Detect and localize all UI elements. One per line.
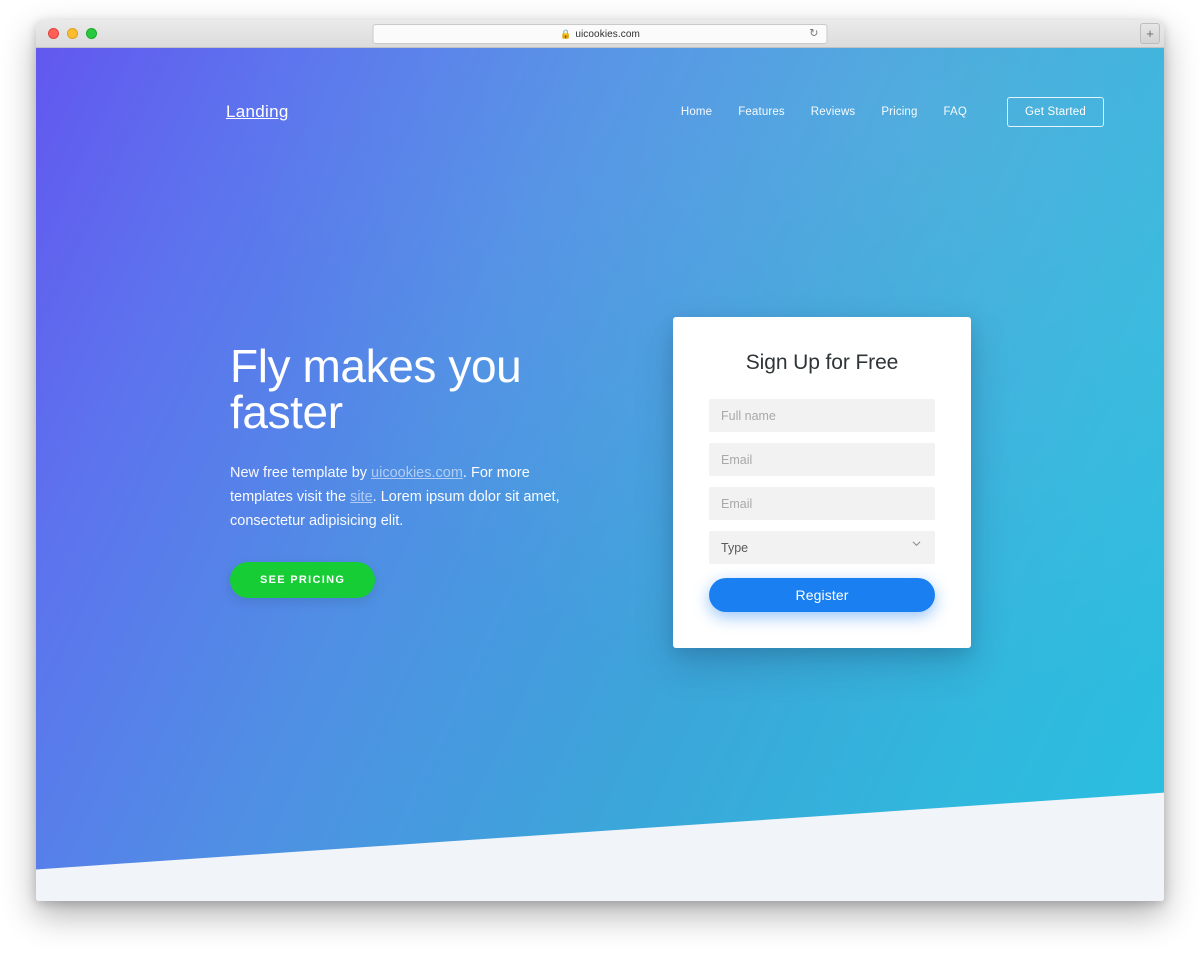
site-brand-logo[interactable]: Landing	[226, 102, 289, 122]
type-select-wrapper: Type	[709, 531, 935, 564]
minimize-window-button[interactable]	[67, 28, 78, 39]
email-input-1[interactable]	[709, 443, 935, 476]
address-bar-content: 🔒 uicookies.com	[560, 29, 640, 40]
hero-link-site[interactable]: site	[350, 489, 373, 505]
hero-title: Fly makes you faster	[230, 340, 522, 438]
new-tab-button[interactable]: +	[1140, 23, 1160, 44]
nav-item-reviews[interactable]: Reviews	[811, 106, 856, 118]
browser-window: 🔒 uicookies.com ↻ + Landing Home Feature…	[36, 20, 1164, 901]
full-name-input[interactable]	[709, 399, 935, 432]
get-started-button[interactable]: Get Started	[1006, 97, 1104, 127]
register-button[interactable]: Register	[709, 578, 935, 612]
type-select[interactable]: Type	[709, 531, 935, 564]
hero-copy-block: Fly makes you faster New free template b…	[230, 343, 630, 598]
address-bar-url: uicookies.com	[575, 28, 640, 40]
signup-card: Sign Up for Free Type Register	[673, 317, 971, 648]
email-input-2[interactable]	[709, 487, 935, 520]
new-tab-label: +	[1146, 26, 1154, 41]
address-bar[interactable]: 🔒 uicookies.com ↻	[372, 24, 828, 44]
lock-icon: 🔒	[560, 28, 572, 39]
nav-item-home[interactable]: Home	[681, 106, 712, 118]
nav-item-faq[interactable]: FAQ	[944, 106, 967, 118]
hero-subtitle: New free template by uicookies.com. For …	[230, 461, 575, 534]
window-traffic-lights	[48, 28, 97, 39]
hero-sub-text-1: New free template by	[230, 465, 372, 481]
nav-links-group: Home Features Reviews Pricing FAQ Get St…	[681, 97, 1104, 127]
close-window-button[interactable]	[48, 28, 59, 39]
page-viewport: Landing Home Features Reviews Pricing FA…	[36, 48, 1164, 901]
maximize-window-button[interactable]	[86, 28, 97, 39]
desktop-backdrop: 🔒 uicookies.com ↻ + Landing Home Feature…	[0, 0, 1200, 957]
browser-titlebar: 🔒 uicookies.com ↻ +	[36, 20, 1164, 48]
see-pricing-button[interactable]: SEE PRICING	[230, 561, 376, 598]
nav-item-features[interactable]: Features	[738, 106, 785, 118]
nav-item-pricing[interactable]: Pricing	[881, 106, 917, 118]
reload-icon[interactable]: ↻	[809, 28, 818, 40]
site-navigation: Landing Home Features Reviews Pricing FA…	[36, 92, 1164, 132]
hero-link-uicookies[interactable]: uicookies.com	[371, 465, 463, 481]
signup-card-title: Sign Up for Free	[745, 351, 899, 374]
